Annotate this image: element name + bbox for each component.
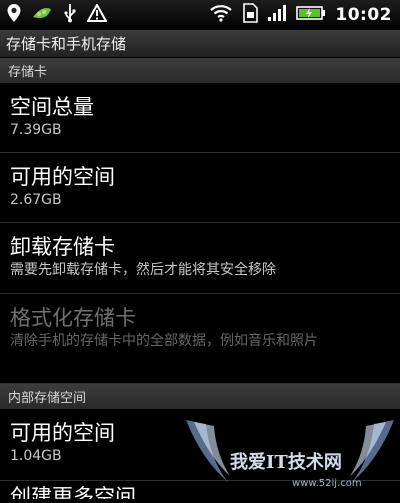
available-space-value: 2.67GB: [10, 192, 62, 208]
total-space-item: 空间总量 7.39GB: [0, 83, 400, 153]
title-bar: 存储卡和手机存储: [0, 30, 400, 58]
format-sd-card-title: 格式化存储卡: [10, 306, 136, 330]
available-space-item: 可用的空间 2.67GB: [0, 153, 400, 223]
notification-icons: [0, 2, 108, 27]
warning-icon: [86, 2, 108, 26]
watermark-url: www.52ij.com: [292, 478, 362, 489]
sim-card-icon: [242, 3, 259, 27]
signal-icon: [267, 4, 287, 26]
location-pin-icon: [6, 3, 22, 27]
section-header-internal-storage: 内部存储空间: [0, 384, 400, 409]
watermark: 我爱IT技术网 www.52ij.com: [180, 420, 400, 499]
unmount-sd-card-summary: 需要先卸载存储卡，然后才能将其安全移除: [10, 262, 276, 278]
status-bar: 10:02: [0, 0, 400, 30]
format-sd-card-item[interactable]: 格式化存储卡 清除手机的存储卡中的全部数据，例如音乐和照片: [0, 294, 400, 384]
page-title: 存储卡和手机存储: [6, 35, 127, 53]
section-header-sd-card: 存储卡: [0, 58, 400, 83]
system-icons: 10:02: [209, 3, 400, 27]
unmount-sd-card-title: 卸载存储卡: [10, 235, 115, 259]
wifi-icon: [209, 4, 233, 26]
total-space-value: 7.39GB: [10, 122, 62, 138]
usb-icon: [62, 3, 78, 27]
section-header-label: 内部存储空间: [8, 391, 87, 406]
pea-app-icon: [31, 3, 53, 27]
total-space-title: 空间总量: [10, 95, 94, 119]
unmount-sd-card-item[interactable]: 卸载存储卡 需要先卸载存储卡，然后才能将其安全移除: [0, 223, 400, 294]
status-time: 10:02: [335, 5, 392, 25]
available-space-title: 可用的空间: [10, 165, 115, 189]
format-sd-card-summary: 清除手机的存储卡中的全部数据，例如音乐和照片: [10, 333, 318, 349]
section-header-label: 存储卡: [8, 65, 48, 80]
watermark-text: 我爱IT技术网: [230, 452, 342, 473]
battery-icon: [296, 5, 326, 25]
